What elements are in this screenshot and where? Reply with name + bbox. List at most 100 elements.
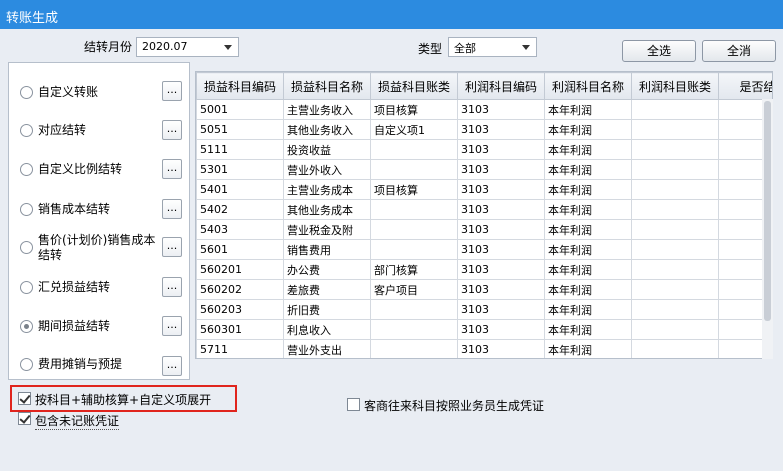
- table-row[interactable]: 560301 利息收入 3103 本年利润: [196, 319, 772, 340]
- table-cell[interactable]: 差旅费: [283, 279, 371, 300]
- table-cell[interactable]: 自定义项1: [370, 119, 458, 140]
- table-cell[interactable]: 本年利润: [544, 99, 632, 120]
- table-cell[interactable]: 本年利润: [544, 299, 632, 320]
- column-header[interactable]: 利润科目名称: [544, 72, 632, 100]
- option-settings-button[interactable]: ...: [162, 199, 182, 219]
- table-cell[interactable]: 5401: [196, 179, 284, 200]
- table-cell[interactable]: [631, 99, 719, 120]
- column-header[interactable]: 是否结: [718, 72, 772, 100]
- table-cell[interactable]: 3103: [457, 339, 545, 358]
- table-cell[interactable]: 本年利润: [544, 139, 632, 160]
- table-row[interactable]: 5711 营业外支出 3103 本年利润: [196, 339, 772, 358]
- table-cell[interactable]: [370, 239, 458, 260]
- table-cell[interactable]: 利息收入: [283, 319, 371, 340]
- table-cell[interactable]: 560201: [196, 259, 284, 280]
- table-row[interactable]: 5001 主营业务收入 项目核算 3103 本年利润: [196, 99, 772, 120]
- table-row[interactable]: 5403 营业税金及附 3103 本年利润: [196, 219, 772, 240]
- table-row[interactable]: 5111 投资收益 3103 本年利润: [196, 139, 772, 160]
- table-cell[interactable]: 5111: [196, 139, 284, 160]
- option-settings-button[interactable]: ...: [162, 277, 182, 297]
- table-row[interactable]: 5301 营业外收入 3103 本年利润: [196, 159, 772, 180]
- table-cell[interactable]: 5601: [196, 239, 284, 260]
- option-period-profit-loss-transfer[interactable]: 期间损益结转 ...: [9, 308, 189, 346]
- option-settings-button[interactable]: ...: [162, 356, 182, 376]
- table-cell[interactable]: [631, 239, 719, 260]
- option-settings-button[interactable]: ...: [162, 159, 182, 179]
- table-cell[interactable]: 本年利润: [544, 219, 632, 240]
- table-cell[interactable]: 3103: [457, 299, 545, 320]
- table-cell[interactable]: 办公费: [283, 259, 371, 280]
- salesperson-voucher-checkbox[interactable]: [347, 398, 360, 411]
- table-cell[interactable]: [631, 199, 719, 220]
- table-row[interactable]: 5051 其他业务收入 自定义项1 3103 本年利润: [196, 119, 772, 140]
- table-cell[interactable]: 3103: [457, 199, 545, 220]
- column-header[interactable]: 损益科目名称: [283, 72, 371, 100]
- table-row[interactable]: 560201 办公费 部门核算 3103 本年利润: [196, 259, 772, 280]
- option-exchange-gain-loss-transfer[interactable]: 汇兑损益结转 ...: [9, 269, 189, 307]
- option-custom-ratio-transfer[interactable]: 自定义比例结转 ...: [9, 151, 189, 189]
- table-cell[interactable]: [370, 339, 458, 358]
- option-expense-amortization-accrual[interactable]: 费用摊销与预提 ...: [9, 346, 189, 384]
- table-cell[interactable]: 本年利润: [544, 239, 632, 260]
- table-cell[interactable]: 3103: [457, 139, 545, 160]
- table-cell[interactable]: [370, 219, 458, 240]
- table-row[interactable]: 560202 差旅费 客户项目 3103 本年利润: [196, 279, 772, 300]
- include-unposted-checkbox[interactable]: [18, 412, 31, 425]
- table-cell[interactable]: [631, 179, 719, 200]
- table-cell[interactable]: 5001: [196, 99, 284, 120]
- table-cell[interactable]: 560301: [196, 319, 284, 340]
- table-cell[interactable]: 项目核算: [370, 99, 458, 120]
- table-cell[interactable]: [631, 159, 719, 180]
- table-cell[interactable]: 5301: [196, 159, 284, 180]
- table-cell[interactable]: 5402: [196, 199, 284, 220]
- table-row[interactable]: 5401 主营业务成本 项目核算 3103 本年利润: [196, 179, 772, 200]
- table-cell[interactable]: 本年利润: [544, 159, 632, 180]
- table-cell[interactable]: 3103: [457, 99, 545, 120]
- table-cell[interactable]: [631, 339, 719, 358]
- radio-button[interactable]: [20, 358, 33, 371]
- column-header[interactable]: 损益科目账类: [370, 72, 458, 100]
- table-cell[interactable]: [370, 299, 458, 320]
- table-cell[interactable]: [370, 139, 458, 160]
- table-cell[interactable]: 营业外支出: [283, 339, 371, 358]
- table-cell[interactable]: 主营业务收入: [283, 99, 371, 120]
- radio-button[interactable]: [20, 203, 33, 216]
- select-all-button[interactable]: 全选: [622, 40, 696, 62]
- table-cell[interactable]: 主营业务成本: [283, 179, 371, 200]
- option-sales-cost-transfer[interactable]: 销售成本结转 ...: [9, 191, 189, 229]
- table-cell[interactable]: 5403: [196, 219, 284, 240]
- table-cell[interactable]: 营业外收入: [283, 159, 371, 180]
- table-cell[interactable]: 3103: [457, 119, 545, 140]
- radio-button[interactable]: [20, 86, 33, 99]
- table-cell[interactable]: [631, 299, 719, 320]
- table-cell[interactable]: 560203: [196, 299, 284, 320]
- expand-checkbox[interactable]: [18, 392, 31, 405]
- table-cell[interactable]: 投资收益: [283, 139, 371, 160]
- table-cell[interactable]: 3103: [457, 219, 545, 240]
- table-cell[interactable]: 其他业务成本: [283, 199, 371, 220]
- option-custom-transfer[interactable]: 自定义转账 ...: [9, 73, 189, 111]
- table-cell[interactable]: 本年利润: [544, 259, 632, 280]
- table-cell[interactable]: 客户项目: [370, 279, 458, 300]
- table-cell[interactable]: 560202: [196, 279, 284, 300]
- table-cell[interactable]: 本年利润: [544, 199, 632, 220]
- table-cell[interactable]: 3103: [457, 259, 545, 280]
- table-cell[interactable]: [370, 159, 458, 180]
- option-settings-button[interactable]: ...: [162, 81, 182, 101]
- column-header[interactable]: 利润科目账类: [631, 72, 719, 100]
- table-cell[interactable]: 折旧费: [283, 299, 371, 320]
- table-cell[interactable]: 本年利润: [544, 119, 632, 140]
- column-header[interactable]: 利润科目编码: [457, 72, 545, 100]
- table-cell[interactable]: 销售费用: [283, 239, 371, 260]
- table-cell[interactable]: 3103: [457, 159, 545, 180]
- table-cell[interactable]: 3103: [457, 179, 545, 200]
- table-cell[interactable]: [631, 279, 719, 300]
- table-cell[interactable]: [370, 199, 458, 220]
- table-cell[interactable]: [631, 259, 719, 280]
- table-cell[interactable]: [631, 139, 719, 160]
- option-corresponding-transfer[interactable]: 对应结转 ...: [9, 112, 189, 150]
- radio-button[interactable]: [20, 281, 33, 294]
- table-cell[interactable]: 3103: [457, 279, 545, 300]
- table-cell[interactable]: 本年利润: [544, 179, 632, 200]
- table-cell[interactable]: 5711: [196, 339, 284, 358]
